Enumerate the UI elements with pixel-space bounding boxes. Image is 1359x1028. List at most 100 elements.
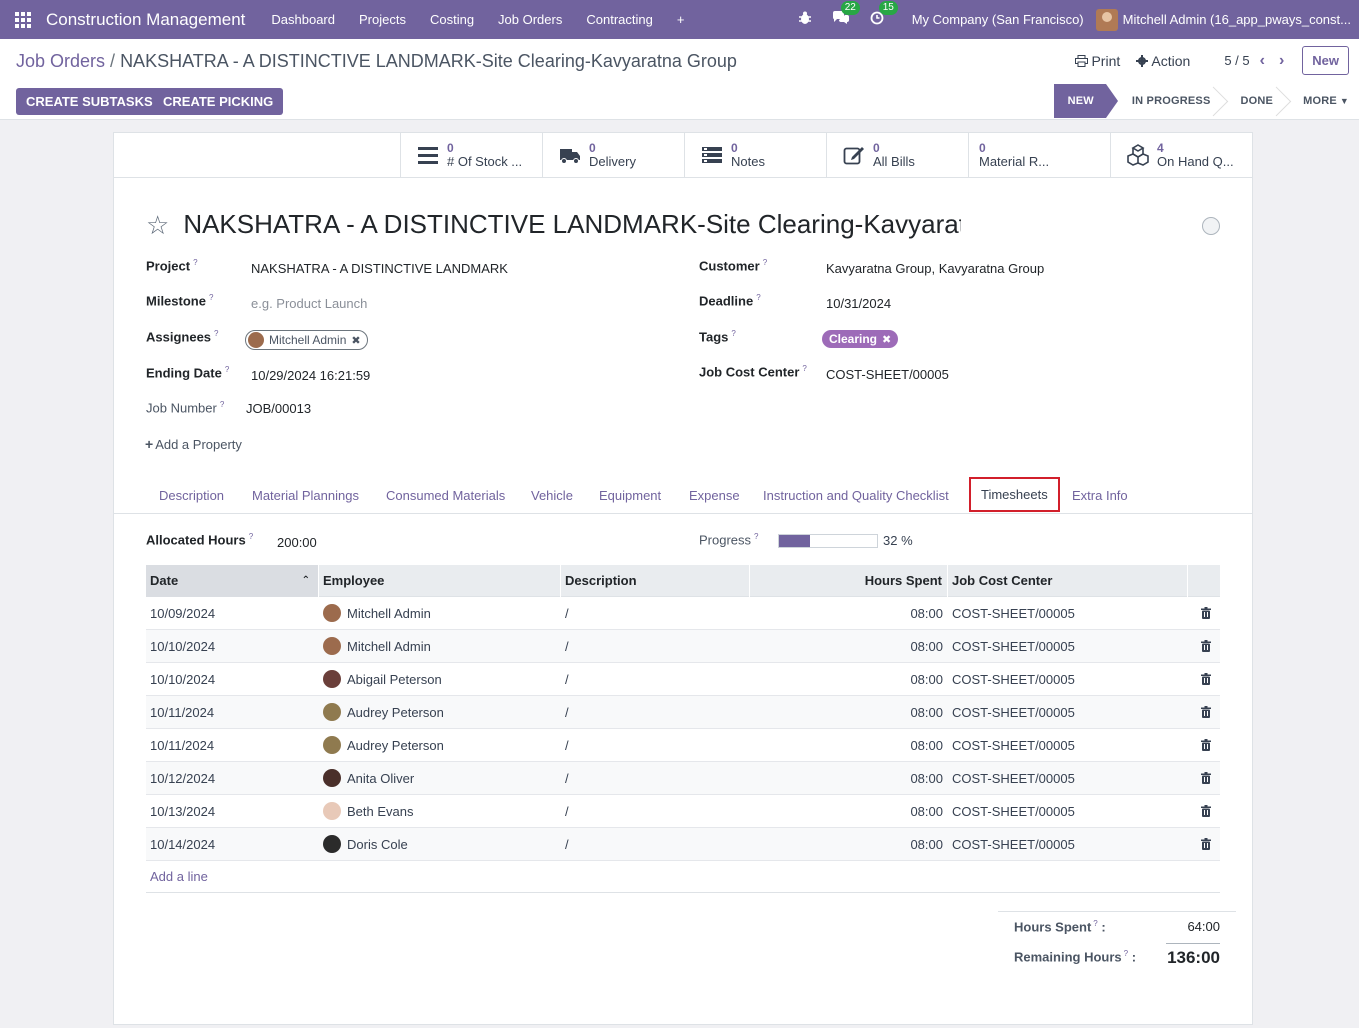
smart-button-bills[interactable]: 0 All Bills: [826, 133, 968, 177]
cell-job-cost-center[interactable]: COST-SHEET/00005: [948, 672, 1188, 687]
cell-hours-spent[interactable]: 08:00: [750, 705, 948, 720]
tab-description[interactable]: Description: [159, 476, 224, 514]
stage-more-dropdown[interactable]: MORE ▼: [1285, 84, 1349, 118]
table-row[interactable]: 10/12/2024 Anita Oliver /08:00 COST-SHEET/0…: [146, 762, 1220, 795]
tab-vehicle[interactable]: Vehicle: [531, 476, 573, 514]
cell-hours-spent[interactable]: 08:00: [750, 804, 948, 819]
cell-job-cost-center[interactable]: COST-SHEET/00005: [948, 837, 1188, 852]
project-field[interactable]: NAKSHATRA - A DISTINCTIVE LANDMARK: [251, 261, 508, 276]
chat-icon[interactable]: 22: [832, 1, 860, 28]
tab-material-plannings[interactable]: Material Plannings: [252, 476, 359, 514]
column-date[interactable]: Date ⌃: [146, 564, 319, 597]
kanban-state-icon[interactable]: [1202, 217, 1220, 235]
cell-employee[interactable]: Mitchell Admin: [319, 604, 561, 622]
app-brand[interactable]: Construction Management: [46, 10, 245, 30]
cell-job-cost-center[interactable]: COST-SHEET/00005: [948, 639, 1188, 654]
cell-date[interactable]: 10/09/2024: [146, 606, 319, 621]
menu-contracting[interactable]: Contracting: [574, 12, 664, 27]
column-employee[interactable]: Employee: [319, 564, 561, 597]
trash-icon[interactable]: [1188, 640, 1220, 652]
stage-new[interactable]: NEW: [1053, 84, 1119, 118]
menu-plus-icon[interactable]: +: [665, 12, 697, 27]
tag-clearing[interactable]: Clearing ✖: [822, 330, 899, 348]
cell-hours-spent[interactable]: 08:00: [750, 738, 948, 753]
column-job-cost-center[interactable]: Job Cost Center: [948, 564, 1188, 597]
cell-date[interactable]: 10/10/2024: [146, 639, 319, 654]
cell-hours-spent[interactable]: 08:00: [750, 639, 948, 654]
priority-star-icon[interactable]: ☆: [146, 212, 169, 238]
cell-job-cost-center[interactable]: COST-SHEET/00005: [948, 771, 1188, 786]
table-row[interactable]: 10/11/2024 Audrey Peterson /08:00 COST-SHEE…: [146, 729, 1220, 762]
assignee-tag[interactable]: Mitchell Admin ✖: [245, 330, 368, 350]
cell-job-cost-center[interactable]: COST-SHEET/00005: [948, 606, 1188, 621]
create-subtasks-button[interactable]: CREATE SUBTASKS: [16, 88, 163, 115]
tab-expense[interactable]: Expense: [689, 476, 740, 514]
cell-description[interactable]: /: [561, 672, 750, 687]
table-row[interactable]: 10/11/2024 Audrey Peterson /08:00 COST-SHEE…: [146, 696, 1220, 729]
tab-instruction-quality-checklist[interactable]: Instruction and Quality Checklist: [763, 476, 949, 514]
tab-equipment[interactable]: Equipment: [599, 476, 661, 514]
smart-button-stock[interactable]: 0 # Of Stock ...: [400, 133, 542, 177]
tab-consumed-materials[interactable]: Consumed Materials: [386, 476, 505, 514]
cell-employee[interactable]: Abigail Peterson: [319, 670, 561, 688]
column-hours-spent[interactable]: Hours Spent: [750, 564, 948, 597]
trash-icon[interactable]: [1188, 772, 1220, 784]
cell-date[interactable]: 10/10/2024: [146, 672, 319, 687]
cell-date[interactable]: 10/12/2024: [146, 771, 319, 786]
cell-employee[interactable]: Audrey Peterson: [319, 703, 561, 721]
menu-projects[interactable]: Projects: [347, 12, 418, 27]
cell-description[interactable]: /: [561, 639, 750, 654]
print-button[interactable]: Print: [1074, 53, 1120, 69]
trash-icon[interactable]: [1188, 805, 1220, 817]
cell-description[interactable]: /: [561, 705, 750, 720]
allocated-hours-field[interactable]: 200:00: [277, 535, 317, 550]
stage-done[interactable]: DONE: [1222, 84, 1285, 118]
user-menu[interactable]: Mitchell Admin (16_app_pways_const...: [1095, 8, 1359, 31]
cell-hours-spent[interactable]: 08:00: [750, 606, 948, 621]
menu-costing[interactable]: Costing: [418, 12, 486, 27]
trash-icon[interactable]: [1188, 838, 1220, 850]
trash-icon[interactable]: [1188, 607, 1220, 619]
menu-job-orders[interactable]: Job Orders: [486, 12, 574, 27]
customer-field[interactable]: Kavyaratna Group, Kavyaratna Group: [826, 261, 1044, 276]
smart-button-material-requisition[interactable]: 0 Material R...: [968, 133, 1110, 177]
trash-icon[interactable]: [1188, 739, 1220, 751]
remove-tag-icon[interactable]: ✖: [351, 334, 360, 347]
deadline-field[interactable]: 10/31/2024: [826, 296, 891, 311]
activity-clock-icon[interactable]: 15: [870, 1, 898, 28]
cell-hours-spent[interactable]: 08:00: [750, 771, 948, 786]
smart-button-on-hand[interactable]: 4 On Hand Q...: [1110, 133, 1252, 177]
create-picking-button[interactable]: CREATE PICKING: [153, 88, 284, 115]
cell-date[interactable]: 10/11/2024: [146, 705, 319, 720]
pager-next-icon[interactable]: ›: [1279, 52, 1284, 70]
menu-dashboard[interactable]: Dashboard: [259, 12, 347, 27]
table-row[interactable]: 10/10/2024 Abigail Peterson /08:00 COST-SHE…: [146, 663, 1220, 696]
table-row[interactable]: 10/13/2024 Beth Evans /08:00 COST-SHEET/000…: [146, 795, 1220, 828]
bug-icon[interactable]: [798, 11, 812, 28]
breadcrumb-job-orders[interactable]: Job Orders: [16, 51, 105, 71]
cell-description[interactable]: /: [561, 771, 750, 786]
cell-date[interactable]: 10/11/2024: [146, 738, 319, 753]
cell-job-cost-center[interactable]: COST-SHEET/00005: [948, 804, 1188, 819]
apps-menu-icon[interactable]: [0, 0, 46, 39]
cell-description[interactable]: /: [561, 606, 750, 621]
cell-hours-spent[interactable]: 08:00: [750, 837, 948, 852]
table-row[interactable]: 10/14/2024 Doris Cole /08:00 COST-SHEET/000…: [146, 828, 1220, 861]
cell-employee[interactable]: Beth Evans: [319, 802, 561, 820]
record-title[interactable]: NAKSHATRA - A DISTINCTIVE LANDMARK-Site …: [183, 209, 961, 240]
cell-description[interactable]: /: [561, 837, 750, 852]
add-line-button[interactable]: Add a line: [146, 861, 1220, 893]
ending-date-field[interactable]: 10/29/2024 16:21:59: [251, 368, 370, 383]
cell-employee[interactable]: Mitchell Admin: [319, 637, 561, 655]
trash-icon[interactable]: [1188, 706, 1220, 718]
tab-extra-info[interactable]: Extra Info: [1072, 476, 1128, 514]
cell-hours-spent[interactable]: 08:00: [750, 672, 948, 687]
cell-date[interactable]: 10/14/2024: [146, 837, 319, 852]
column-description[interactable]: Description: [561, 564, 750, 597]
smart-button-notes[interactable]: 0 Notes: [684, 133, 826, 177]
cell-job-cost-center[interactable]: COST-SHEET/00005: [948, 705, 1188, 720]
stage-in-progress[interactable]: IN PROGRESS: [1106, 84, 1223, 118]
cell-job-cost-center[interactable]: COST-SHEET/00005: [948, 738, 1188, 753]
pager-value[interactable]: 5 / 5: [1224, 53, 1249, 68]
milestone-field[interactable]: e.g. Product Launch: [251, 296, 367, 311]
